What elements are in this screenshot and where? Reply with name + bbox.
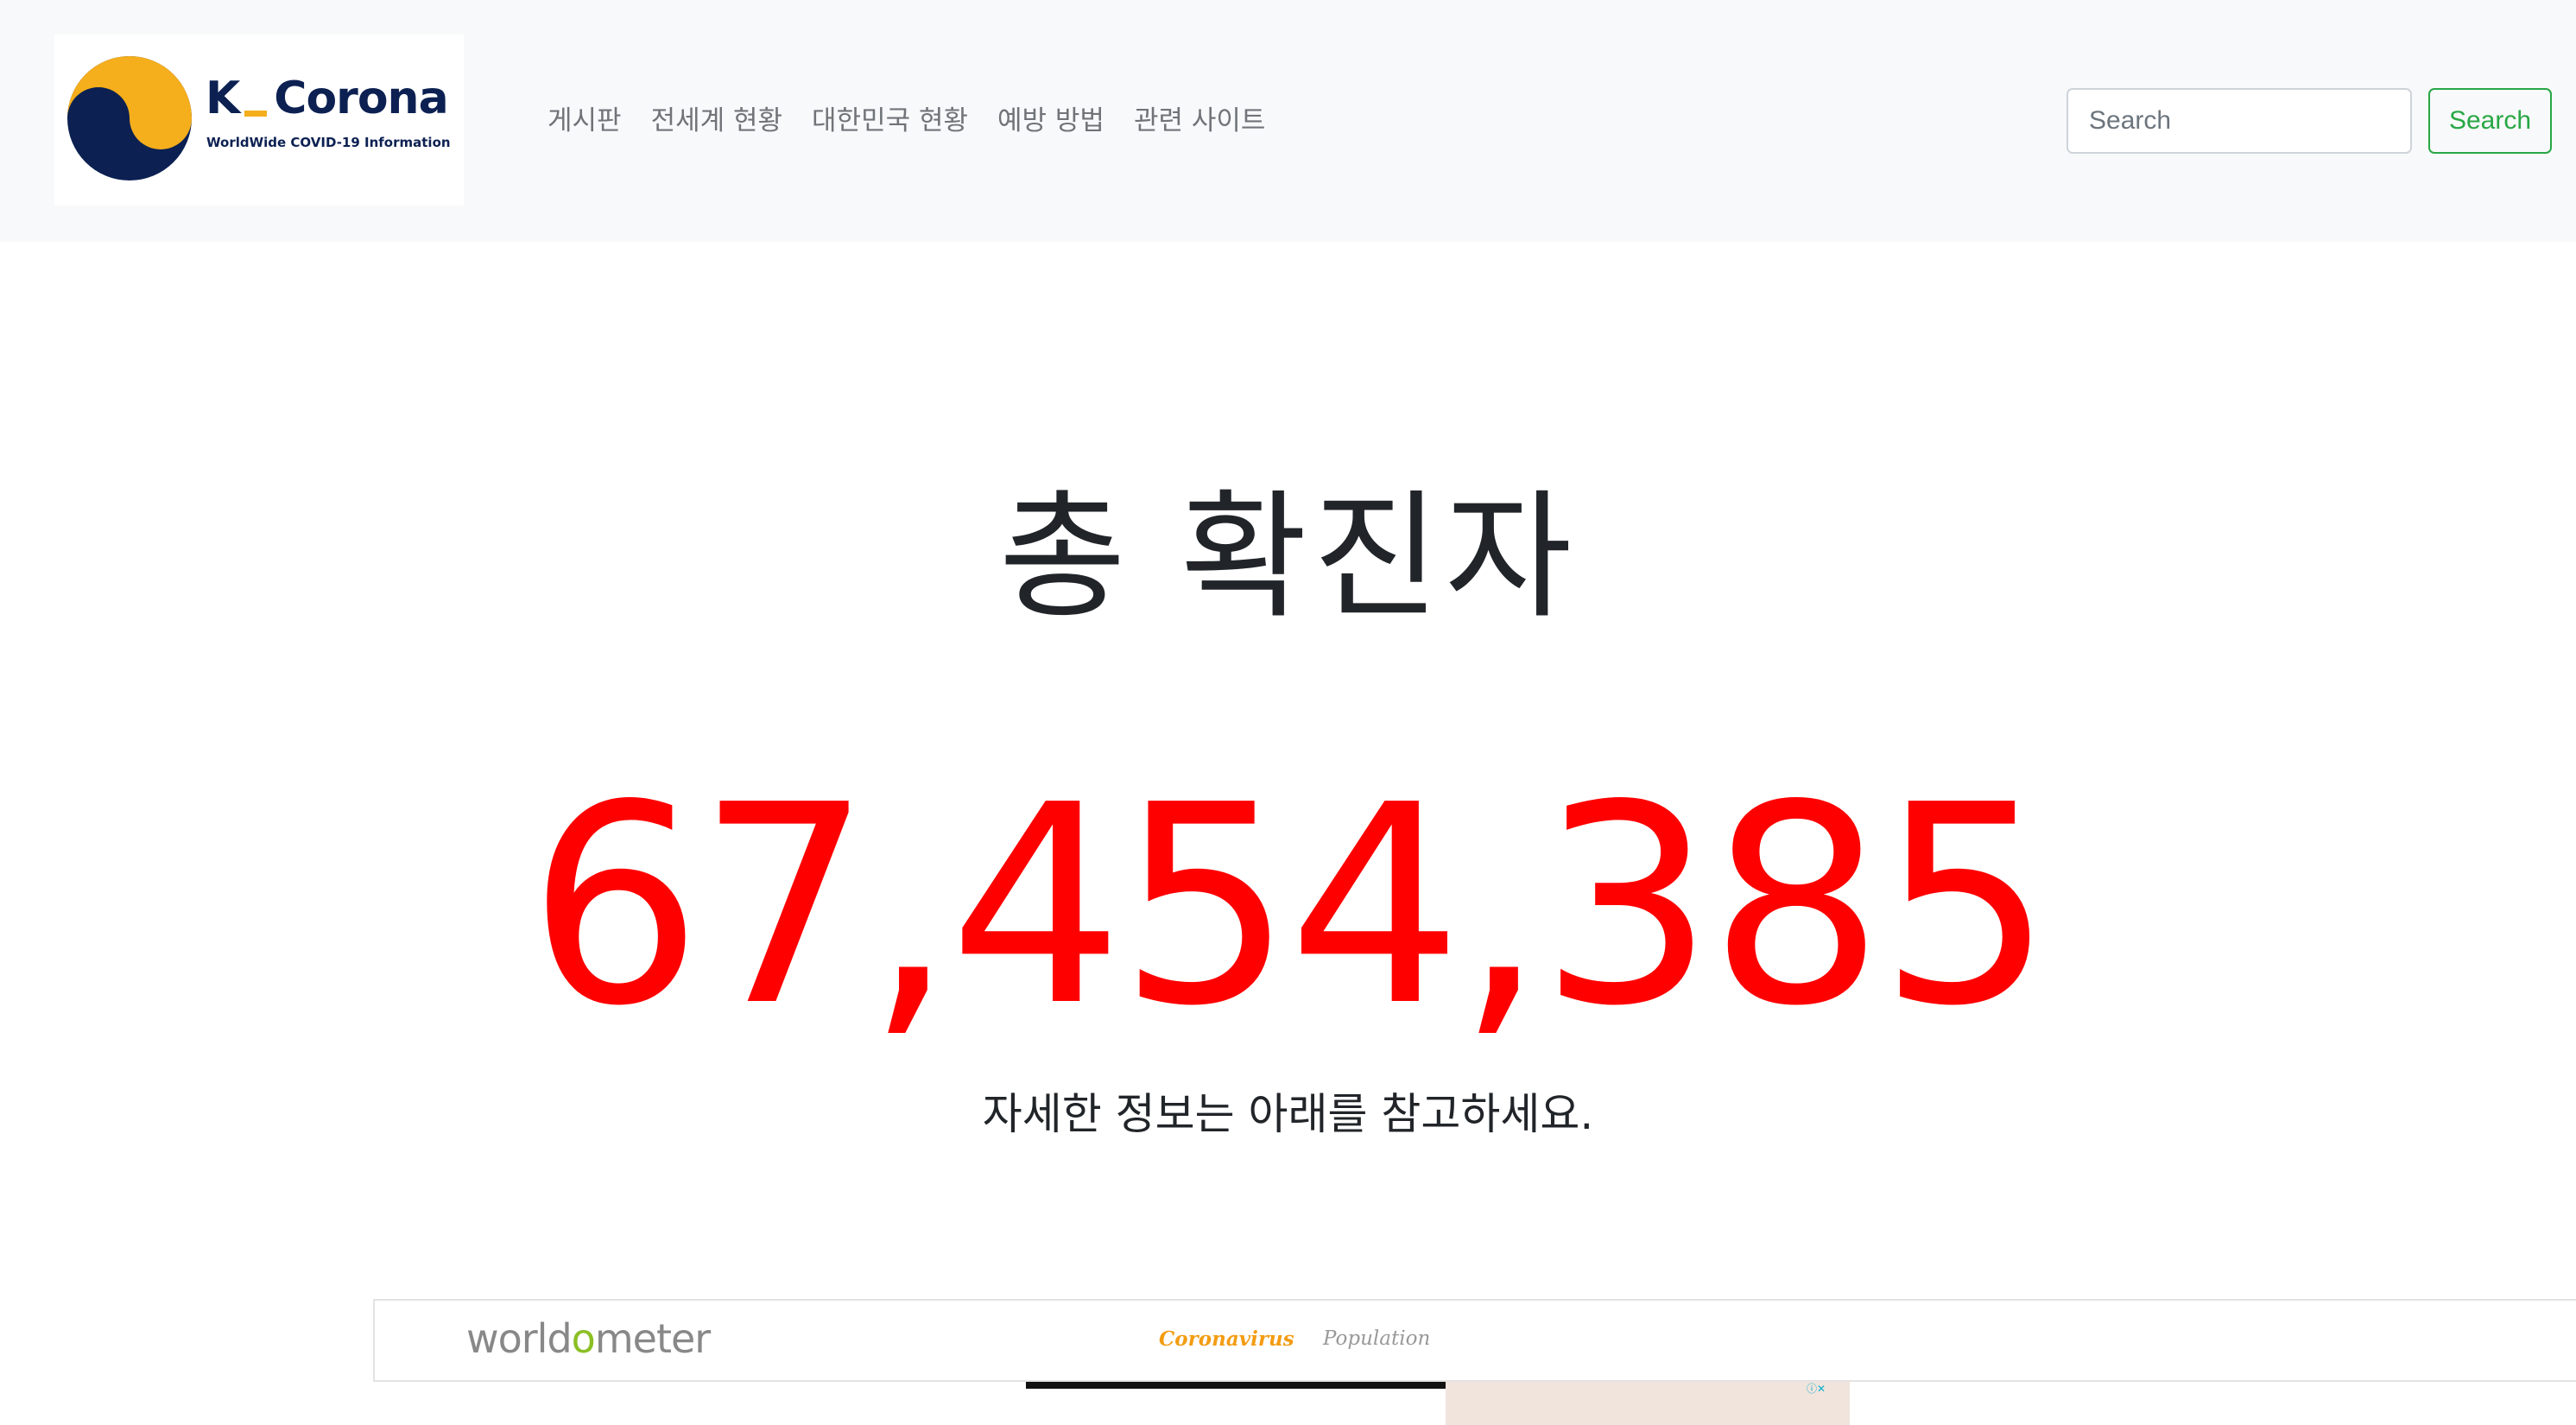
brand-title-prefix: K [206,73,240,124]
brand-title: K Corona [206,73,449,124]
taegeuk-emblem-icon [67,56,192,180]
ad-image-dark [1026,1382,1446,1389]
worldometer-coronavirus-link[interactable]: Coronavirus [1159,1329,1294,1349]
worldometer-logo[interactable]: worldometer [466,1319,711,1358]
ad-banner[interactable]: ⓘ✕ [1026,1382,1850,1425]
search-input[interactable] [2066,88,2412,154]
adchoices-icon[interactable]: ⓘ✕ [1807,1384,1846,1394]
brand-logo-link[interactable]: K Corona WorldWide COVID-19 Information [54,35,464,206]
brand-dash [244,111,268,117]
nav-item-korea-status[interactable]: 대한민국 현황 [812,102,968,140]
nav-item-prevention[interactable]: 예방 방법 [997,102,1104,140]
worldometer-logo-accent: o [571,1315,596,1362]
brand-tagline: WorldWide COVID-19 Information [206,135,451,150]
worldometer-logo-start: world [466,1315,573,1362]
nav-item-related-sites[interactable]: 관련 사이트 [1134,102,1265,140]
search-button[interactable]: Search [2428,88,2552,154]
ad-image-light [1446,1382,1850,1425]
total-confirmed-count: 67,454,385 [528,746,2054,1066]
total-confirmed-heading: 총 확진자 [998,476,1578,637]
main-nav: 게시판 전세계 현황 대한민국 현황 예방 방법 관련 사이트 [547,102,1265,140]
nav-item-worldwide-status[interactable]: 전세계 현황 [651,102,782,140]
worldometer-logo-end: meter [594,1315,711,1362]
brand-title-suffix: Corona [274,73,448,124]
info-note: 자세한 정보는 아래를 참고하세요. [982,1089,1594,1139]
worldometer-population-link[interactable]: Population [1323,1329,1430,1349]
top-navbar: K Corona WorldWide COVID-19 Information 게… [0,0,2576,242]
nav-item-board[interactable]: 게시판 [547,102,622,140]
